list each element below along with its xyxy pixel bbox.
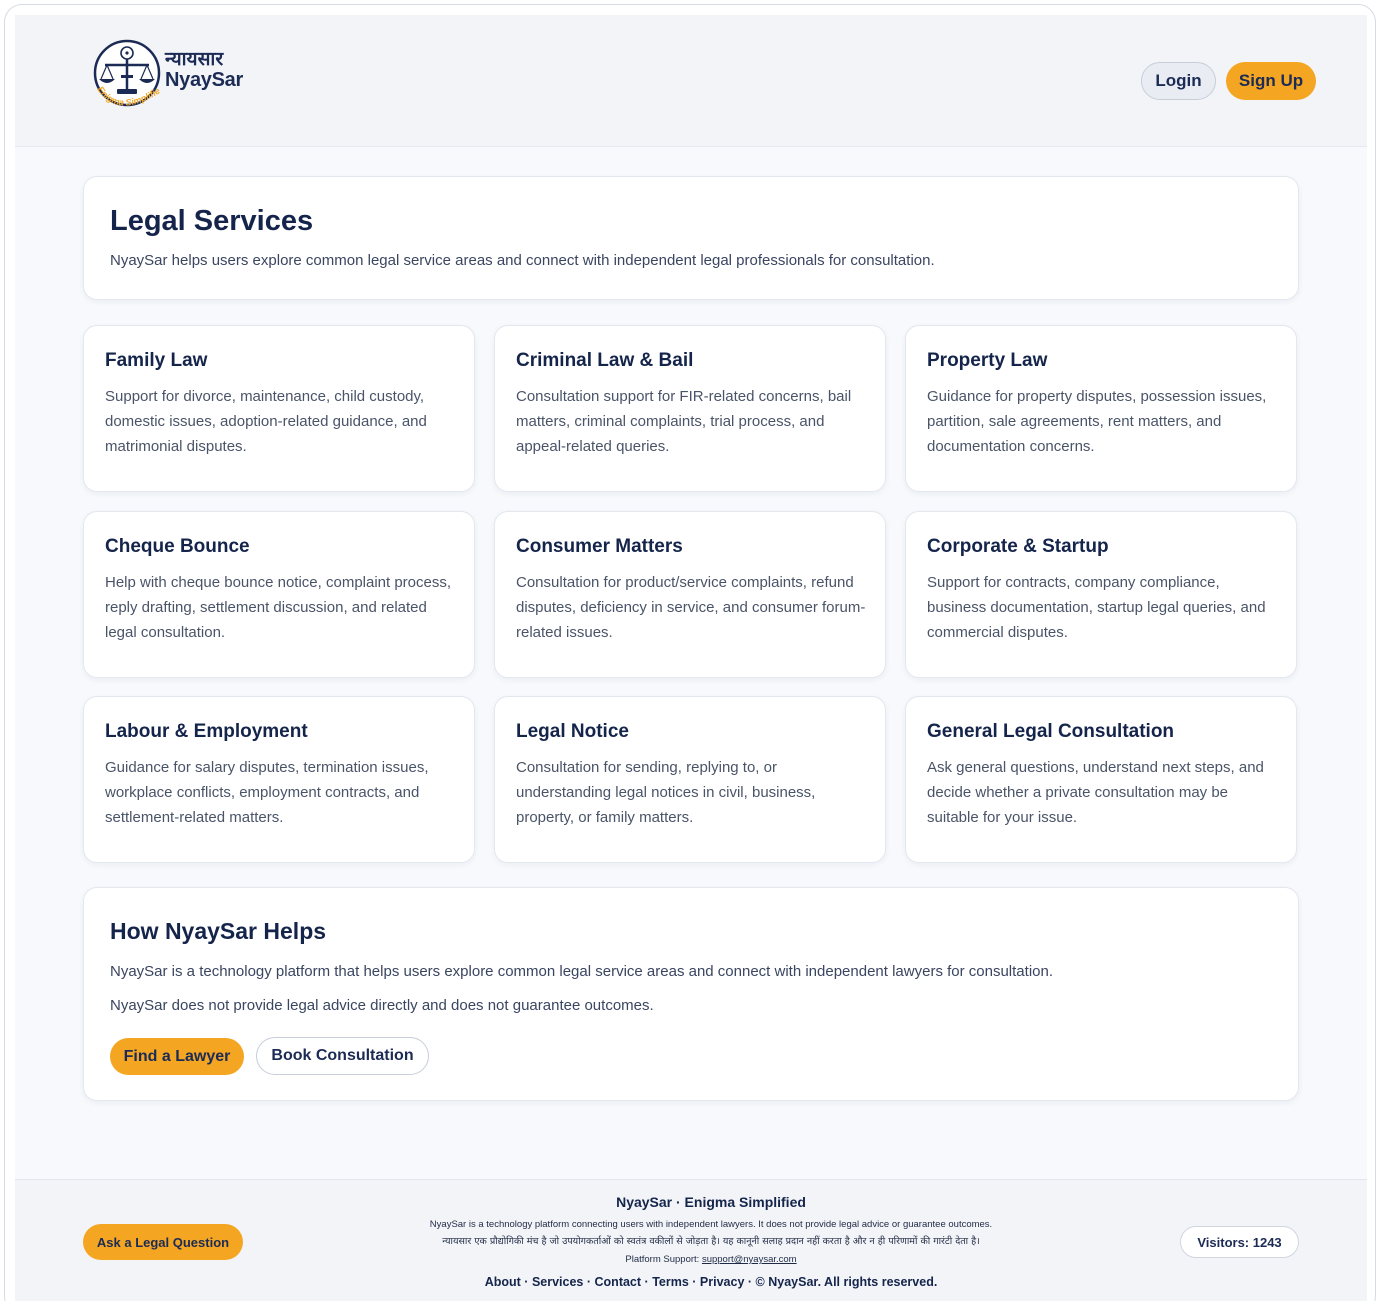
copyright: © NyaySar. All rights reserved. [755,1275,938,1289]
service-description: Guidance for salary disputes, terminatio… [105,759,429,826]
service-title: Corporate & Startup [927,536,1109,557]
footer-link-contact[interactable]: Contact [595,1275,642,1289]
brand-name: NyaySar [165,69,243,91]
footer-disclaimer-hi: न्यायसार एक प्रौद्योगिकी मंच है जो उपयोग… [442,1236,980,1247]
service-title: Property Law [927,350,1048,371]
helps-title: How NyaySar Helps [110,918,327,944]
service-title: Consumer Matters [516,536,683,557]
service-description: Guidance for property disputes, possessi… [927,388,1267,455]
separator: · [644,1275,649,1289]
service-card-legal-notice[interactable]: Legal Notice Consultation for sending, r… [494,696,886,863]
service-card-family-law[interactable]: Family Law Support for divorce, maintena… [83,325,475,492]
service-title: General Legal Consultation [927,721,1175,742]
separator: · [692,1275,697,1289]
legal-services-intro: Legal Services NyaySar helps users explo… [83,176,1299,300]
page: Enigma Simplified न्यायसार NyaySar Login… [15,15,1367,1301]
footer-link-about[interactable]: About [485,1275,521,1289]
service-description: Ask general questions, understand next s… [927,759,1264,826]
support-label: Platform Support: [625,1254,700,1265]
brand-logo[interactable]: Enigma Simplified न्यायसार NyaySar [93,39,253,121]
brand-name-hindi: न्यायसार [165,48,224,70]
footer-disclaimer-en: NyaySar is a technology platform connect… [429,1219,993,1230]
book-consultation-button[interactable]: Book Consultation [256,1037,429,1075]
svg-text:Enigma Simplified: Enigma Simplified [93,39,162,108]
signup-button[interactable]: Sign Up [1226,62,1316,100]
service-description: Consultation for sending, replying to, o… [516,759,816,826]
service-card-property-law[interactable]: Property Law Guidance for property dispu… [905,325,1297,492]
page-title: Legal Services [110,205,314,237]
footer-link-terms[interactable]: Terms [652,1275,689,1289]
helps-paragraph: NyaySar is a technology platform that he… [110,963,1054,980]
service-description: Consultation for product/service complai… [516,574,866,641]
footer-link-privacy[interactable]: Privacy [700,1275,744,1289]
intro-description: NyaySar helps users explore common legal… [110,252,935,269]
service-title: Legal Notice [516,721,629,742]
brand-tagline: Enigma Simplified [93,39,162,108]
service-card-labour-employment[interactable]: Labour & Employment Guidance for salary … [83,696,475,863]
service-card-corporate-startup[interactable]: Corporate & Startup Support for contract… [905,511,1297,678]
service-card-general-consultation[interactable]: General Legal Consultation Ask general q… [905,696,1297,863]
support-email-link[interactable]: support@nyaysar.com [702,1254,797,1265]
how-nyaysar-helps: How NyaySar Helps NyaySar is a technolog… [83,887,1299,1101]
browser-frame: Enigma Simplified न्यायसार NyaySar Login… [4,4,1376,1301]
service-title: Criminal Law & Bail [516,350,694,371]
visitor-counter: Visitors: 1243 [1180,1226,1299,1258]
service-card-criminal-law[interactable]: Criminal Law & Bail Consultation support… [494,325,886,492]
footer-support: Platform Support: support@nyaysar.com [255,1254,1167,1265]
service-description: Help with cheque bounce notice, complain… [105,574,452,641]
service-title: Labour & Employment [105,721,308,742]
service-description: Support for divorce, maintenance, child … [105,388,427,455]
helps-disclaimer: NyaySar does not provide legal advice di… [110,997,654,1014]
ask-legal-question-button[interactable]: Ask a Legal Question [83,1224,243,1260]
service-description: Support for contracts, company complianc… [927,574,1266,641]
login-button[interactable]: Login [1141,62,1216,100]
separator: · [586,1275,592,1289]
service-description: Consultation support for FIR-related con… [516,388,852,455]
find-lawyer-button[interactable]: Find a Lawyer [110,1038,244,1075]
service-title: Cheque Bounce [105,536,250,557]
footer-link-services[interactable]: Services [532,1275,583,1289]
separator: · [524,1275,529,1289]
service-card-cheque-bounce[interactable]: Cheque Bounce Help with cheque bounce no… [83,511,475,678]
brand-tagline-arc: Enigma Simplified [93,39,162,108]
site-footer: Ask a Legal Question NyaySar · Enigma Si… [15,1179,1367,1301]
footer-title: NyaySar · Enigma Simplified [616,1194,806,1210]
service-card-consumer-matters[interactable]: Consumer Matters Consultation for produc… [494,511,886,678]
service-title: Family Law [105,350,208,371]
site-header: Enigma Simplified न्यायसार NyaySar Login… [15,15,1367,147]
footer-links: About · Services · Contact · Terms · Pri… [255,1275,1167,1289]
separator: · [747,1275,753,1289]
